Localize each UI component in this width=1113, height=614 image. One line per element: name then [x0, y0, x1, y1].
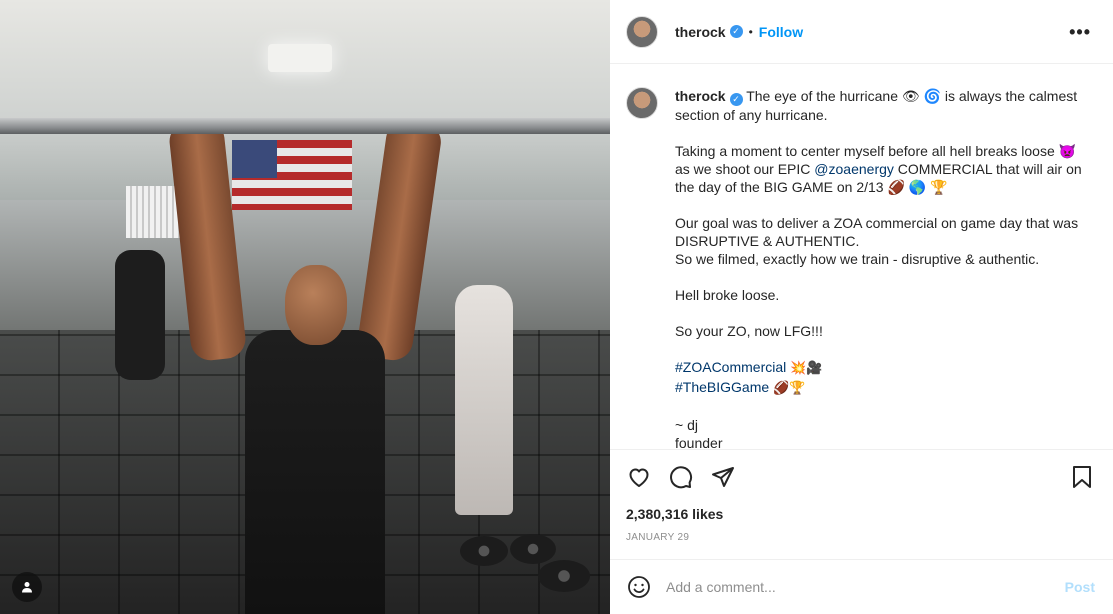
hashtag-link[interactable]: #ZOACommercial: [675, 359, 786, 375]
mention-link[interactable]: @zoaenergy: [814, 161, 894, 177]
avatar[interactable]: [626, 87, 658, 119]
caption-sign1: ~ dj: [675, 416, 698, 433]
emoji-icon[interactable]: [626, 574, 652, 600]
flag: [232, 140, 352, 210]
weight-plate: [510, 534, 556, 564]
post-header: therock ✓ • Follow •••: [610, 0, 1113, 64]
caption: therock ✓ The eye of the hurricane 👁 🌀 is…: [610, 65, 1113, 449]
caption-para4: Hell broke loose.: [675, 286, 780, 303]
caption-sign2: founder: [675, 434, 723, 450]
hashtag1-emoji: 💥🎥: [790, 360, 823, 376]
caption-username[interactable]: therock: [675, 88, 726, 104]
comment-input[interactable]: Add a comment...: [666, 579, 1065, 595]
man-torso: [245, 330, 385, 614]
comment-icon[interactable]: [668, 464, 694, 490]
bookmark-icon[interactable]: [1069, 464, 1095, 490]
crew-member: [115, 250, 165, 380]
hashtag-link[interactable]: #TheBIGGame: [675, 379, 769, 395]
heart-icon[interactable]: [626, 464, 652, 490]
man-head: [285, 265, 347, 345]
post-button[interactable]: Post: [1065, 579, 1095, 595]
caption-text: therock ✓ The eye of the hurricane 👁 🌀 is…: [675, 87, 1093, 449]
like-count[interactable]: 2,380,316 likes: [626, 506, 723, 522]
avatar[interactable]: [626, 15, 658, 48]
pull-up-bar: [0, 118, 610, 134]
more-options-icon[interactable]: •••: [1069, 22, 1091, 43]
post-panel: therock ✓ • Follow ••• therock ✓ The eye …: [610, 0, 1113, 614]
follow-button[interactable]: Follow: [759, 24, 803, 40]
caption-para3: Our goal was to deliver a ZOA commercial…: [675, 214, 1079, 249]
post-photo[interactable]: [0, 0, 610, 614]
header-username[interactable]: therock: [675, 24, 726, 40]
post-actions: 2,380,316 likes JANUARY 29: [610, 449, 1113, 559]
verified-badge-icon: ✓: [729, 25, 743, 38]
ceiling-lamp: [268, 44, 332, 72]
weight-plate: [460, 536, 508, 566]
separator: •: [748, 24, 753, 39]
post-date[interactable]: JANUARY 29: [626, 532, 689, 543]
user-tag-button[interactable]: [12, 572, 42, 602]
verified-badge-icon: ✓: [729, 92, 743, 106]
caption-para3b: So we filmed, exactly how we train - dis…: [675, 250, 1040, 267]
weight-plate: [538, 560, 590, 592]
user-tag-icon: [22, 582, 32, 593]
hashtag2-emoji: 🏈🏆: [773, 380, 806, 396]
photographer: [455, 285, 513, 515]
comment-box: Add a comment... Post: [610, 559, 1113, 614]
caption-para5: So your ZO, now LFG!!!: [675, 322, 823, 339]
share-icon[interactable]: [710, 464, 736, 490]
